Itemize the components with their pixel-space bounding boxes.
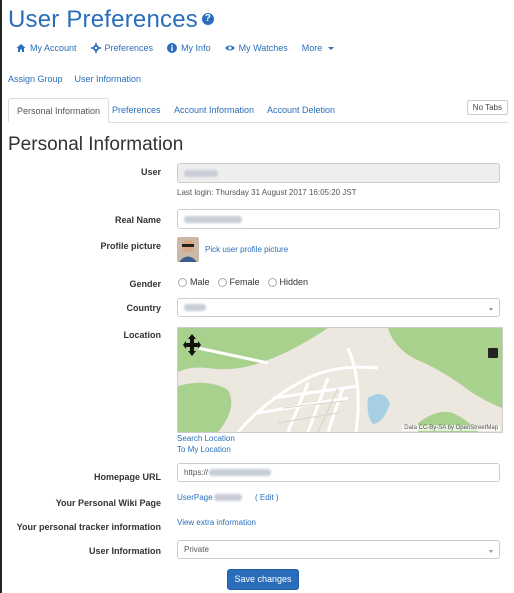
nav-label: My Info xyxy=(181,43,211,53)
pick-profile-picture-link[interactable]: Pick user profile picture xyxy=(205,245,288,254)
user-information-link[interactable]: User Information xyxy=(75,74,142,84)
avatar[interactable] xyxy=(177,237,199,262)
page: User Preferences? My Account Preferences… xyxy=(8,0,508,593)
tab-account-information[interactable]: Account Information xyxy=(166,98,262,122)
homepage-url-value: https:// xyxy=(184,468,209,477)
help-icon[interactable]: ? xyxy=(201,12,214,25)
nav-my-account[interactable]: My Account xyxy=(16,40,77,56)
location-map[interactable]: Data CC-By-SA by OpenStreetMap xyxy=(177,327,503,433)
eye-icon xyxy=(224,45,235,51)
radio-icon xyxy=(267,278,277,288)
gender-male-option[interactable]: Male xyxy=(178,277,210,288)
gear-icon xyxy=(90,43,101,53)
radio-icon xyxy=(178,278,187,288)
tab-account-deletion[interactable]: Account Deletion xyxy=(259,98,343,122)
user-information-value: Private xyxy=(184,545,209,554)
nav-preferences[interactable]: Preferences xyxy=(90,40,154,56)
gender-label: Gender xyxy=(129,279,161,289)
wiki-page-link-text: UserPage xyxy=(177,493,213,502)
left-border xyxy=(0,0,2,593)
top-nav: My Account Preferences My Info My Watche… xyxy=(16,40,335,56)
chevron-down-icon xyxy=(489,549,493,553)
last-login: Last login: Thursday 31 August 2017 16:0… xyxy=(177,188,357,197)
redacted-text xyxy=(184,215,242,223)
layers-icon[interactable] xyxy=(488,348,498,358)
gender-radio-group: Male Female Hidden xyxy=(178,277,309,288)
radio-icon xyxy=(217,278,227,288)
chevron-down-icon xyxy=(489,307,493,311)
nav-my-watches[interactable]: My Watches xyxy=(224,40,288,56)
redacted-text xyxy=(184,169,218,177)
nav-more[interactable]: More xyxy=(302,40,335,56)
country-label: Country xyxy=(126,303,162,313)
nav-label: My Account xyxy=(30,43,77,53)
no-tabs-button[interactable]: No Tabs xyxy=(466,100,508,115)
redacted-text xyxy=(213,494,242,501)
wiki-edit-link[interactable]: ( Edit ) xyxy=(255,493,279,502)
home-icon xyxy=(16,44,26,52)
redacted-text xyxy=(209,469,272,476)
save-changes-button[interactable]: Save changes xyxy=(227,569,299,590)
user-information-label: User Information xyxy=(88,546,161,556)
nav-label: More xyxy=(301,43,323,53)
chevron-down-icon xyxy=(328,46,335,50)
sub-nav: Assign Group User Information xyxy=(8,74,141,84)
radio-label: Male xyxy=(190,277,210,287)
gender-female-option[interactable]: Female xyxy=(217,277,260,288)
to-my-location-link[interactable]: To My Location xyxy=(177,445,231,454)
tracker-info-label: Your personal tracker information xyxy=(16,522,161,532)
move-arrows-icon xyxy=(183,334,201,356)
country-select[interactable] xyxy=(177,298,500,317)
location-label: Location xyxy=(123,330,162,340)
map-attribution: Data CC-By-SA by OpenStreetMap xyxy=(402,425,500,431)
view-extra-information-link[interactable]: View extra information xyxy=(177,518,256,527)
radio-label: Female xyxy=(229,277,260,287)
wiki-page-label: Your Personal Wiki Page xyxy=(55,498,161,508)
tab-bar: Personal Information Preferences Account… xyxy=(8,98,508,123)
info-icon xyxy=(167,43,178,53)
gender-hidden-option[interactable]: Hidden xyxy=(267,277,309,288)
nav-label: My Watches xyxy=(238,43,288,53)
assign-group-link[interactable]: Assign Group xyxy=(8,74,63,84)
profile-picture-label: Profile picture xyxy=(100,241,161,251)
user-information-select[interactable]: Private xyxy=(177,540,500,559)
avatar-image xyxy=(177,237,199,262)
homepage-url-label: Homepage URL xyxy=(93,472,161,482)
tab-preferences[interactable]: Preferences xyxy=(104,98,169,122)
tab-personal-information[interactable]: Personal Information xyxy=(8,98,110,123)
radio-label: Hidden xyxy=(279,277,309,287)
user-field xyxy=(177,163,500,183)
section-title: Personal Information xyxy=(8,134,184,155)
search-location-link[interactable]: Search Location xyxy=(177,434,235,443)
wiki-page-link[interactable]: UserPage xyxy=(177,493,245,502)
real-name-label: Real Name xyxy=(114,215,161,225)
nav-my-info[interactable]: My Info xyxy=(167,40,211,56)
page-title: User Preferences? xyxy=(8,6,214,34)
nav-label: Preferences xyxy=(104,43,154,53)
user-label: User xyxy=(140,167,161,177)
redacted-text xyxy=(184,304,206,311)
homepage-url-input[interactable]: https:// xyxy=(177,463,500,482)
map-tiles xyxy=(178,328,502,432)
real-name-input[interactable] xyxy=(177,209,500,229)
pan-control[interactable] xyxy=(183,334,201,356)
